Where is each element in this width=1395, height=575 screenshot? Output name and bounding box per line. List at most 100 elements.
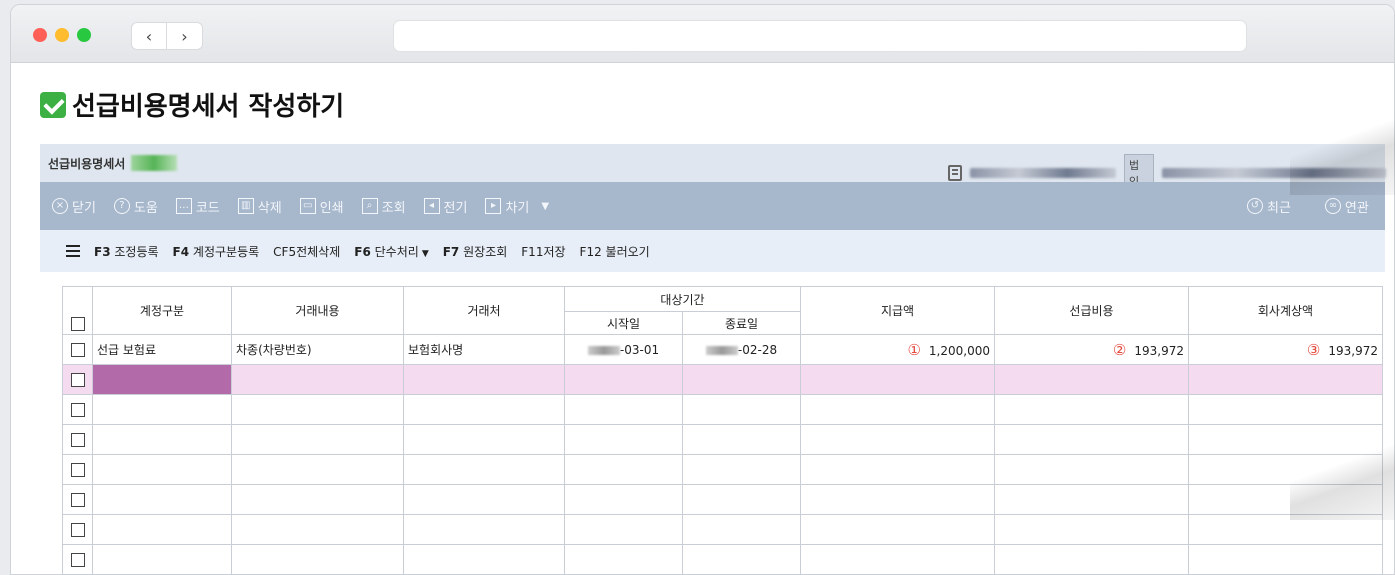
table-cell[interactable] [682,484,801,515]
table-cell[interactable] [994,514,1189,545]
table-cell[interactable] [564,394,683,425]
cell-vendor[interactable]: 보험회사명 [403,334,565,365]
cell-description[interactable]: 차종(차량번호) [231,334,404,365]
table-cell[interactable] [800,454,995,485]
back-button[interactable]: ‹ [131,22,167,50]
cell-payment[interactable]: ① 1,200,000 [800,334,995,365]
table-row[interactable] [62,484,1383,515]
table-row[interactable]: 선급 보험료 차종(차량번호) 보험회사명 -03-01 -02-28 ① 1,2… [62,334,1383,365]
table-cell[interactable] [994,454,1189,485]
table-cell[interactable] [231,394,404,425]
row-checkbox[interactable] [70,402,85,417]
maximize-window-button[interactable] [77,28,91,42]
table-cell[interactable] [994,394,1189,425]
table-cell[interactable] [682,364,801,395]
table-cell[interactable] [231,514,404,545]
table-cell[interactable] [800,544,995,575]
fkey-f4-button[interactable]: F4 계정구분등록 [173,243,260,260]
table-cell[interactable] [994,544,1189,575]
table-row[interactable] [62,514,1383,545]
toolbar-recent-button[interactable]: ↺ 최근 [1247,197,1291,216]
row-checkbox[interactable] [70,342,85,357]
address-bar[interactable] [393,20,1247,52]
table-cell[interactable] [994,484,1189,515]
table-cell[interactable] [231,544,404,575]
table-cell[interactable] [564,454,683,485]
fkey-f7-button[interactable]: F7 원장조회 [443,243,508,260]
table-cell[interactable] [92,424,232,455]
row-checkbox[interactable] [70,492,85,507]
select-all-checkbox[interactable] [70,317,85,331]
toolbar-print-button[interactable]: ▭ 인쇄 [299,197,344,216]
row-checkbox[interactable] [70,432,85,447]
table-cell[interactable] [231,424,404,455]
table-cell[interactable] [92,484,232,515]
table-cell[interactable] [994,424,1189,455]
table-cell[interactable] [564,364,683,395]
table-cell[interactable] [92,514,232,545]
minimize-window-button[interactable] [55,28,69,42]
fkey-f6-button[interactable]: F6 단수처리 ▼ [354,243,428,260]
table-cell[interactable] [1188,544,1383,575]
fkey-f11-button[interactable]: F11저장 [521,243,565,260]
table-cell[interactable] [1188,394,1383,425]
forward-button[interactable]: › [167,22,203,50]
table-cell[interactable] [403,484,565,515]
row-checkbox[interactable] [70,372,85,387]
table-cell[interactable] [403,454,565,485]
close-window-button[interactable] [33,28,47,42]
table-cell[interactable] [403,544,565,575]
table-cell[interactable] [800,484,995,515]
table-cell[interactable] [564,424,683,455]
toolbar-help-button[interactable]: ? 도움 [113,197,158,216]
table-cell[interactable] [682,424,801,455]
row-checkbox[interactable] [70,552,85,567]
table-row[interactable] [62,394,1383,425]
table-cell[interactable] [403,424,565,455]
table-cell[interactable] [800,514,995,545]
fkey-cf5-button[interactable]: CF5전체삭제 [273,243,340,260]
table-cell[interactable] [92,544,232,575]
toolbar-code-button[interactable]: … 코드 [175,197,220,216]
toolbar-related-button[interactable]: ∞ 연관 [1324,197,1369,216]
table-cell[interactable] [994,364,1189,395]
table-cell[interactable] [403,394,565,425]
table-cell[interactable] [682,454,801,485]
active-cell[interactable] [92,364,232,395]
row-checkbox[interactable] [70,462,85,477]
fkey-f12-button[interactable]: F12 불러오기 [580,243,650,260]
table-cell[interactable] [682,544,801,575]
table-cell[interactable] [231,484,404,515]
toolbar-close-button[interactable]: × 닫기 [52,197,96,216]
table-cell[interactable] [92,394,232,425]
table-cell[interactable] [564,484,683,515]
table-cell[interactable] [800,364,995,395]
hamburger-menu-icon[interactable] [66,245,80,257]
cell-account-type[interactable]: 선급 보험료 [92,334,232,365]
toolbar-next-button[interactable]: ▸ 차기 [485,197,529,216]
cell-company-amount[interactable]: ③ 193,972 [1188,334,1383,365]
table-cell[interactable] [403,364,565,395]
fkey-f3-button[interactable]: F3 조정등록 [94,243,159,260]
toolbar-search-button[interactable]: ⌕ 조회 [361,197,406,216]
table-cell[interactable] [564,544,683,575]
toolbar-delete-button[interactable]: ▥ 삭제 [237,197,282,216]
cell-prepaid[interactable]: ② 193,972 [994,334,1189,365]
toolbar-transfer-button[interactable]: ◂ 전기 [423,197,467,216]
table-cell[interactable] [92,454,232,485]
table-row[interactable] [62,454,1383,485]
table-row[interactable] [62,424,1383,455]
table-cell[interactable] [231,454,404,485]
table-row-selected[interactable] [62,364,1383,395]
cell-start-date[interactable]: -03-01 [564,334,683,365]
cell-end-date[interactable]: -02-28 [682,334,801,365]
more-dropdown-icon[interactable]: ▼ [541,201,549,212]
table-cell[interactable] [564,514,683,545]
table-cell[interactable] [231,364,404,395]
table-cell[interactable] [682,394,801,425]
table-cell[interactable] [800,424,995,455]
table-row[interactable] [62,544,1383,575]
table-cell[interactable] [682,514,801,545]
row-checkbox[interactable] [70,522,85,537]
table-cell[interactable] [1188,364,1383,395]
